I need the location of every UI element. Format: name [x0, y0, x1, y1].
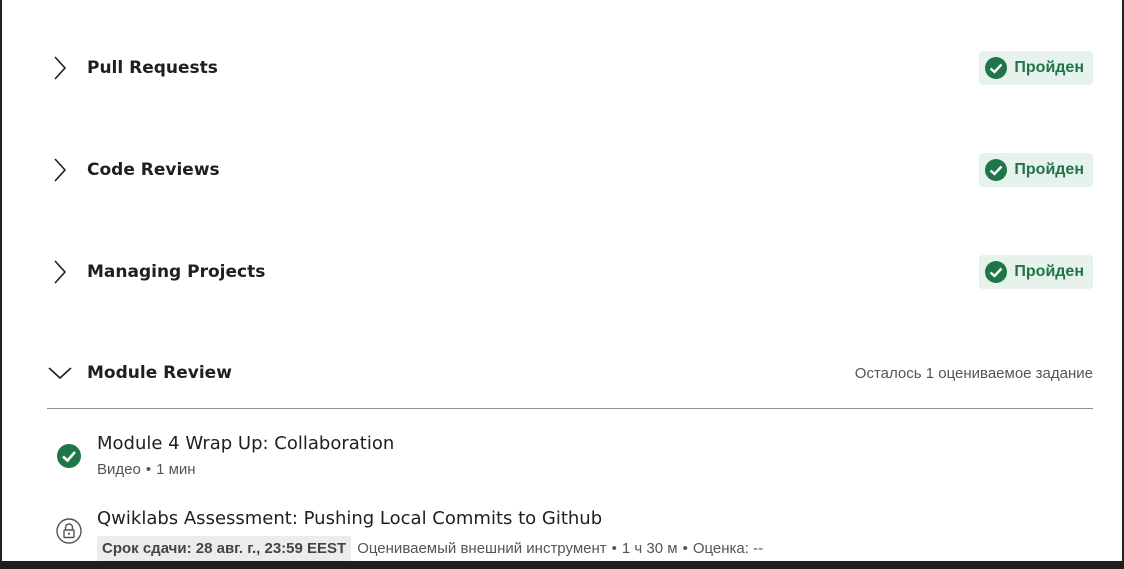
window-border-left	[0, 0, 2, 569]
section-module-review[interactable]: Module Review Осталось 1 оцениваемое зад…	[47, 353, 1093, 393]
check-circle-icon	[57, 444, 81, 468]
status-badge: Пройден	[979, 255, 1093, 289]
status-label: Пройден	[1014, 263, 1084, 280]
item-grade: Оценка: --	[692, 540, 764, 557]
section-title: Pull Requests	[87, 58, 218, 78]
window-border-bottom	[0, 561, 1124, 569]
item-title-link[interactable]: Module 4 Wrap Up: Collaboration	[97, 433, 394, 454]
chevron-right-icon	[47, 53, 73, 83]
item-type: Оцениваемый внешний инструмент	[357, 540, 607, 557]
chevron-down-icon	[47, 358, 73, 388]
status-label: Пройден	[1014, 59, 1084, 76]
item-duration: 1 ч 30 м	[621, 540, 678, 557]
section-divider	[47, 408, 1093, 409]
lock-icon	[56, 518, 82, 544]
check-circle-icon	[985, 57, 1008, 79]
section-code-reviews[interactable]: Code Reviews Пройден	[47, 150, 1093, 190]
chevron-right-icon	[47, 257, 73, 287]
item-meta: Видео • 1 мин	[97, 461, 196, 478]
meta-separator: •	[145, 461, 152, 478]
item-type: Видео	[97, 461, 141, 478]
remaining-graded-count: Осталось 1 оцениваемое задание	[854, 364, 1093, 382]
chevron-right-icon	[47, 155, 73, 185]
check-circle-icon	[985, 261, 1008, 283]
item-meta: Срок сдачи: 28 авг. г., 23:59 EEST Оцени…	[97, 536, 763, 561]
section-managing-projects[interactable]: Managing Projects Пройден	[47, 252, 1093, 292]
item-title-link[interactable]: Qwiklabs Assessment: Pushing Local Commi…	[97, 508, 602, 529]
check-circle-icon	[985, 159, 1008, 181]
section-title: Module Review	[87, 363, 232, 383]
due-date-chip: Срок сдачи: 28 авг. г., 23:59 EEST	[97, 536, 352, 561]
section-title: Managing Projects	[87, 262, 266, 282]
status-badge: Пройден	[979, 153, 1093, 187]
item-duration: 1 мин	[156, 461, 196, 478]
meta-separator: •	[611, 540, 617, 557]
section-title: Code Reviews	[87, 160, 220, 180]
status-label: Пройден	[1014, 161, 1084, 178]
section-pull-requests[interactable]: Pull Requests Пройден	[47, 48, 1093, 88]
status-badge: Пройден	[979, 51, 1093, 85]
meta-separator: •	[682, 540, 688, 557]
